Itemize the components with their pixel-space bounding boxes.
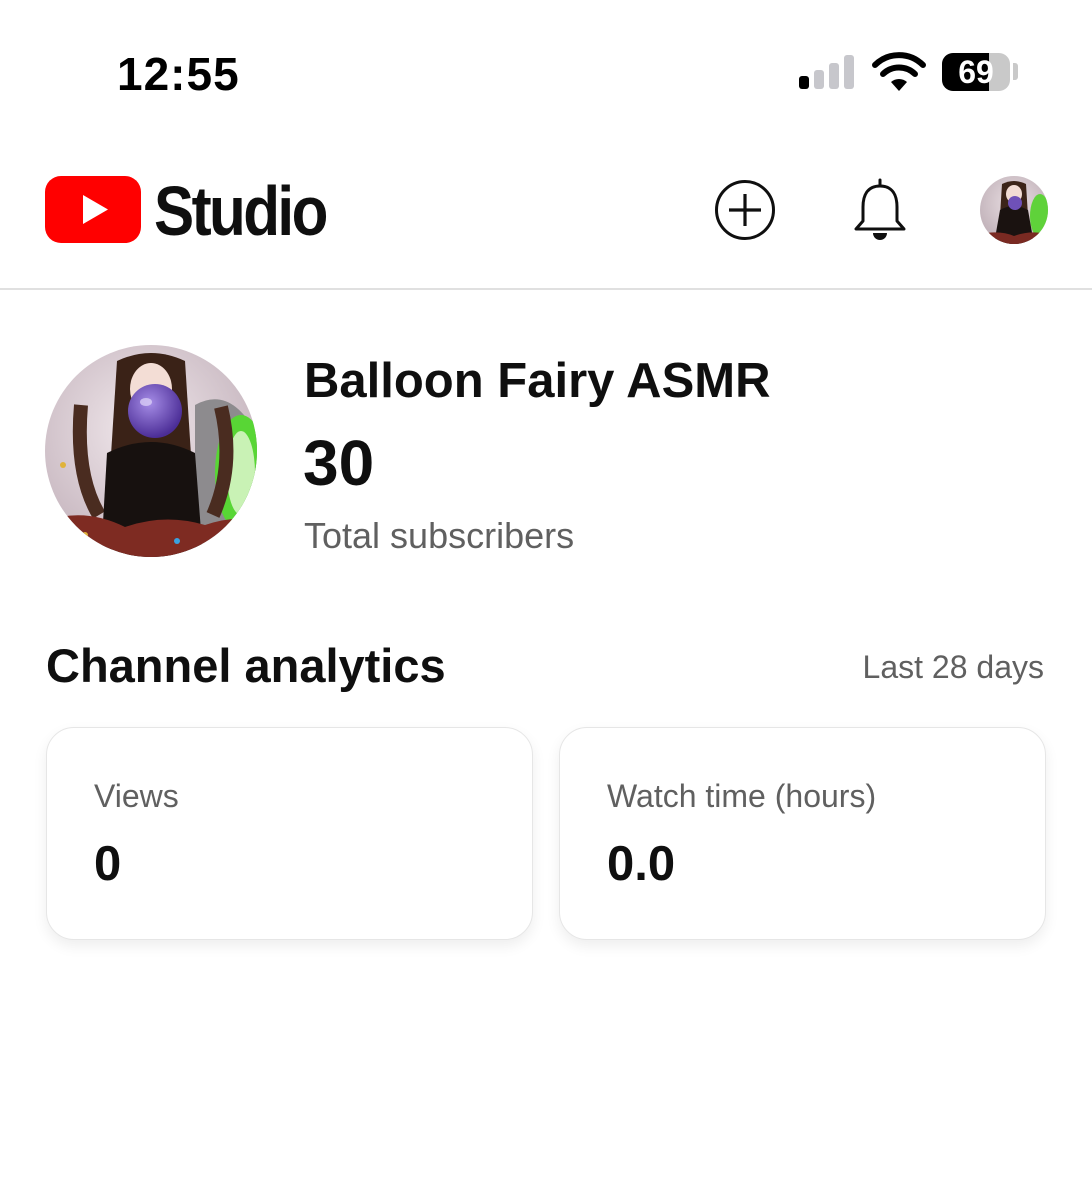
watch-time-card[interactable]: Watch time (hours) 0.0 (559, 727, 1046, 940)
status-time: 12:55 (117, 48, 240, 100)
account-avatar[interactable] (980, 176, 1048, 244)
analytics-title: Channel analytics (46, 639, 446, 692)
views-card[interactable]: Views 0 (46, 727, 533, 940)
metric-label: Watch time (hours) (607, 778, 877, 814)
metric-value: 0 (94, 837, 122, 891)
wifi-icon (872, 52, 926, 91)
app-title: Studio (154, 172, 328, 250)
metric-label: Views (94, 778, 179, 814)
app-header: Studio (0, 130, 1092, 290)
status-bar: 12:55 69 (0, 0, 1092, 130)
youtube-logo-icon[interactable] (45, 176, 141, 243)
channel-name: Balloon Fairy ASMR (304, 354, 771, 408)
battery-level: 69 (958, 54, 994, 90)
subscriber-count: 30 (303, 427, 375, 499)
cellular-signal-icon (799, 55, 855, 89)
channel-avatar[interactable] (45, 345, 257, 557)
metric-value: 0.0 (607, 837, 676, 891)
create-plus-icon[interactable] (714, 179, 776, 241)
battery-tip (1013, 63, 1018, 80)
battery-icon: 69 (942, 53, 1010, 91)
subscriber-label: Total subscribers (304, 515, 575, 556)
analytics-period: Last 28 days (862, 649, 1044, 685)
bell-icon[interactable] (852, 177, 908, 243)
